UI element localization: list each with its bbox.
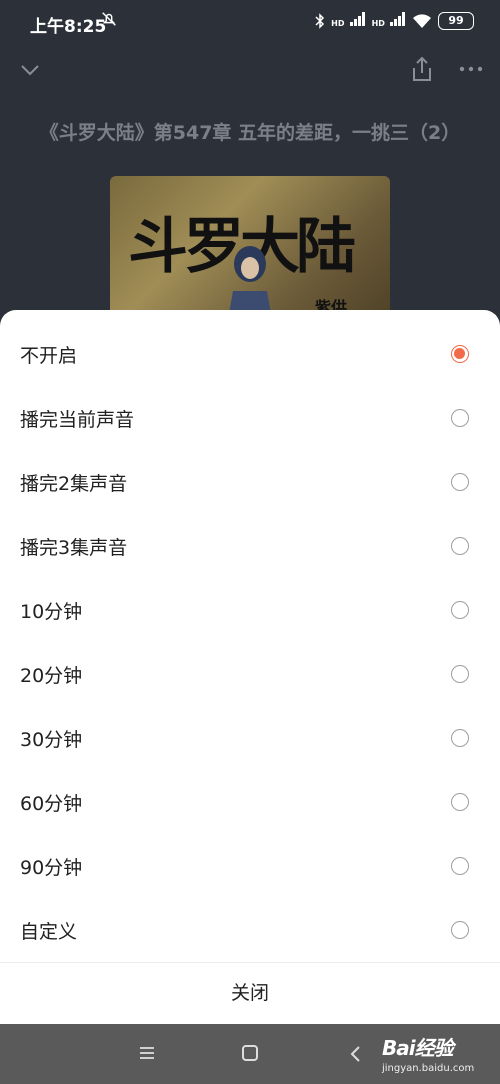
timer-option-label: 60分钟 [20, 792, 83, 815]
wifi-icon [413, 13, 431, 28]
radio-unselected-icon[interactable] [451, 537, 469, 555]
radio-unselected-icon[interactable] [451, 729, 469, 747]
watermark: Bai经验 jingyan.baidu.com [382, 1032, 474, 1074]
battery-icon: 99 [438, 11, 474, 30]
timer-option[interactable]: 播完3集声音 [0, 514, 500, 578]
status-icons: HD HD 99 [315, 11, 474, 30]
home-icon[interactable] [242, 1045, 258, 1061]
close-button[interactable]: 关闭 [0, 963, 500, 1024]
hd-label: HD [371, 19, 385, 28]
timer-option[interactable]: 播完当前声音 [0, 386, 500, 450]
radio-unselected-icon[interactable] [451, 409, 469, 427]
mute-alarm-icon [102, 12, 116, 26]
radio-unselected-icon[interactable] [451, 665, 469, 683]
timer-option-label: 播完当前声音 [20, 408, 135, 431]
timer-option-label: 90分钟 [20, 856, 83, 879]
timer-option-label: 20分钟 [20, 664, 83, 687]
status-bar: 上午8:25 HD HD 99 [0, 0, 500, 44]
system-nav-bar: Bai经验 jingyan.baidu.com [0, 1024, 500, 1084]
chapter-title: 《斗罗大陆》第547章 五年的差距，一挑三（2） [39, 122, 461, 144]
more-icon[interactable] [458, 56, 484, 82]
timer-option-label: 不开启 [20, 344, 78, 367]
timer-option[interactable]: 自定义 [0, 898, 500, 962]
bluetooth-icon [315, 12, 325, 29]
signal-hd-icon: HD [331, 11, 365, 30]
radio-unselected-icon[interactable] [451, 473, 469, 491]
timer-option[interactable]: 不开启 [0, 322, 500, 386]
watermark-logo: Bai经验 [382, 1036, 454, 1060]
player-toolbar [0, 52, 500, 92]
timer-option-label: 播完2集声音 [20, 472, 128, 495]
status-time: 上午8:25 [30, 17, 107, 37]
collapse-chevron-icon[interactable] [18, 58, 42, 82]
timer-option[interactable]: 10分钟 [0, 578, 500, 642]
share-icon[interactable] [410, 56, 434, 82]
timer-option-label: 自定义 [20, 920, 78, 943]
signal-hd-icon: HD [372, 11, 406, 30]
timer-option-label: 30分钟 [20, 728, 83, 751]
sleep-timer-sheet: 不开启 播完当前声音 播完2集声音 播完3集声音 10分钟 20分钟 30分钟 … [0, 310, 500, 1024]
radio-selected-icon[interactable] [451, 345, 469, 363]
back-icon[interactable] [346, 1044, 364, 1064]
hd-label: HD [331, 19, 345, 28]
timer-option[interactable]: 30分钟 [0, 706, 500, 770]
radio-unselected-icon[interactable] [451, 921, 469, 939]
timer-option[interactable]: 60分钟 [0, 770, 500, 834]
radio-unselected-icon[interactable] [451, 793, 469, 811]
timer-option-label: 播完3集声音 [20, 536, 128, 559]
radio-unselected-icon[interactable] [451, 857, 469, 875]
timer-option[interactable]: 20分钟 [0, 642, 500, 706]
timer-option[interactable]: 播完2集声音 [0, 450, 500, 514]
menu-icon[interactable] [138, 1044, 156, 1062]
timer-option[interactable]: 90分钟 [0, 834, 500, 898]
radio-unselected-icon[interactable] [451, 601, 469, 619]
watermark-url: jingyan.baidu.com [382, 1063, 475, 1074]
timer-option-label: 10分钟 [20, 600, 83, 623]
